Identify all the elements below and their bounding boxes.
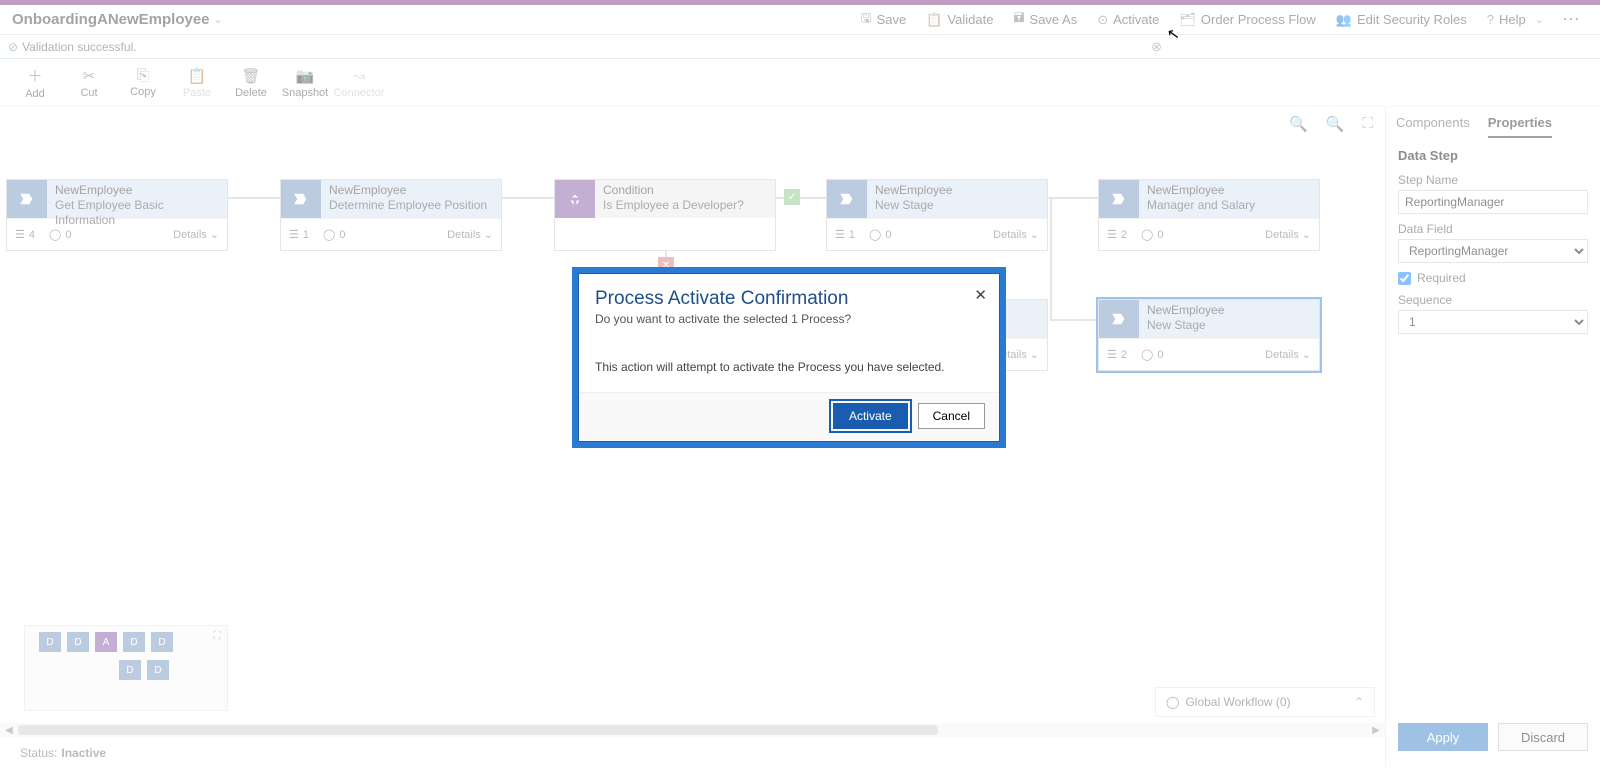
dialog-body: This action will attempt to activate the… bbox=[579, 334, 999, 392]
activate-confirmation-dialog: Process Activate Confirmation Do you wan… bbox=[572, 267, 1006, 448]
dialog-title: Process Activate Confirmation bbox=[595, 288, 983, 310]
cancel-button[interactable]: Cancel bbox=[918, 403, 985, 429]
dialog-subtitle: Do you want to activate the selected 1 P… bbox=[595, 312, 983, 326]
close-icon[interactable]: ✕ bbox=[974, 286, 987, 304]
activate-confirm-button[interactable]: Activate bbox=[833, 403, 908, 429]
